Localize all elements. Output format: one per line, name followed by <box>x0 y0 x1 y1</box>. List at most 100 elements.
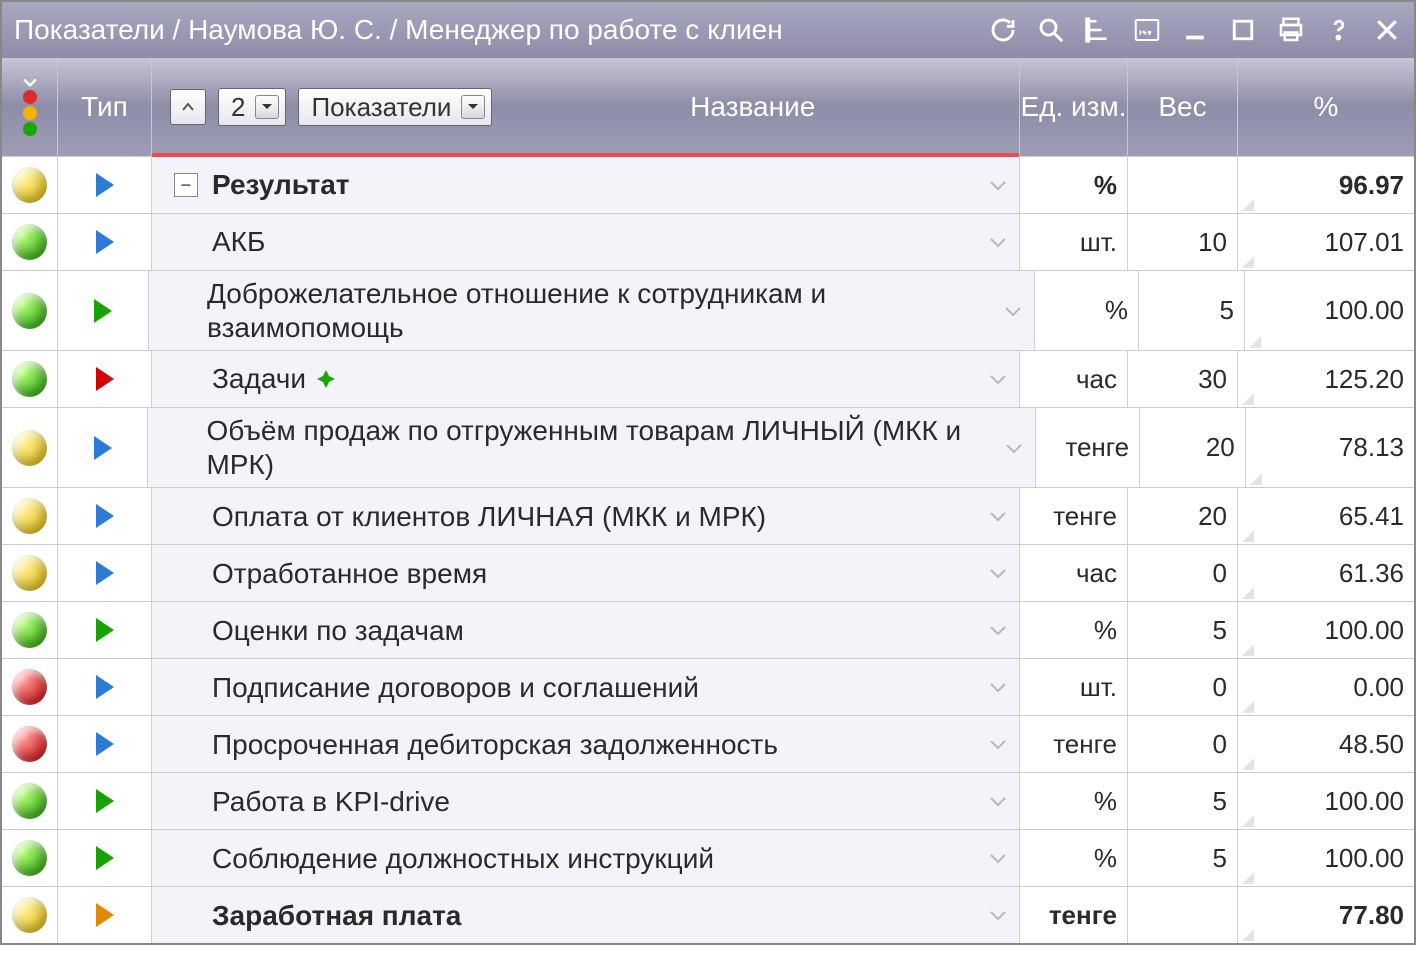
resize-corner-icon <box>1242 701 1254 713</box>
table-row[interactable]: Работа в KPI-drive%5100.00 <box>2 772 1414 829</box>
cell-weight: 20 <box>1140 408 1246 487</box>
table-row[interactable]: Доброжелательное отношение к сотрудникам… <box>2 270 1414 350</box>
cell-name[interactable]: −Результат <box>152 157 1020 213</box>
cell-pct: 100.00 <box>1238 830 1414 886</box>
cell-name[interactable]: Заработная плата <box>152 887 1020 943</box>
resize-corner-icon <box>1242 587 1254 599</box>
row-dropdown-icon[interactable] <box>1004 305 1022 317</box>
cell-unit: шт. <box>1020 659 1128 715</box>
cell-name[interactable]: Отработанное время <box>152 545 1020 601</box>
type-arrow-icon <box>96 230 114 254</box>
row-dropdown-icon[interactable] <box>989 373 1007 385</box>
table-row[interactable]: Подписание договоров и соглашенийшт.00.0… <box>2 658 1414 715</box>
close-icon[interactable] <box>1372 15 1402 45</box>
cell-name[interactable]: Оплата от клиентов ЛИЧНАЯ (МКК и МРК) <box>152 488 1020 544</box>
resize-corner-icon <box>1242 929 1254 941</box>
header-name-label: Название <box>504 91 1001 123</box>
resize-corner-icon <box>1242 256 1254 268</box>
table-row[interactable]: Оплата от клиентов ЛИЧНАЯ (МКК и МРК)тен… <box>2 487 1414 544</box>
minimize-icon[interactable] <box>1180 15 1210 45</box>
cell-type <box>58 351 152 407</box>
row-label: Результат <box>212 168 350 202</box>
cell-pct: 48.50 <box>1238 716 1414 772</box>
table-row[interactable]: Объём продаж по отгруженным товарам ЛИЧН… <box>2 407 1414 487</box>
cell-name[interactable]: АКБ <box>152 214 1020 270</box>
cell-weight: 30 <box>1128 351 1238 407</box>
resize-corner-icon <box>1242 758 1254 770</box>
type-arrow-icon <box>96 367 114 391</box>
header-weight-label: Вес <box>1158 91 1206 123</box>
row-dropdown-icon[interactable] <box>989 624 1007 636</box>
table-row[interactable]: Просроченная дебиторская задолженностьте… <box>2 715 1414 772</box>
resize-corner-icon <box>1242 530 1254 542</box>
cell-name[interactable]: Соблюдение должностных инструкций <box>152 830 1020 886</box>
row-dropdown-icon[interactable] <box>989 236 1007 248</box>
status-green-icon <box>12 840 47 876</box>
row-label: Подписание договоров и соглашений <box>212 671 699 705</box>
refresh-icon[interactable] <box>988 15 1018 45</box>
cell-pct: 78.13 <box>1246 408 1414 487</box>
cell-name[interactable]: Подписание договоров и соглашений <box>152 659 1020 715</box>
row-label: Отработанное время <box>212 557 487 591</box>
header-pct[interactable]: % <box>1238 58 1414 156</box>
row-label: Задачи <box>212 362 306 396</box>
print-icon[interactable] <box>1276 15 1306 45</box>
cell-status <box>2 773 58 829</box>
row-dropdown-icon[interactable] <box>989 738 1007 750</box>
cell-status <box>2 408 58 487</box>
maximize-icon[interactable] <box>1228 15 1258 45</box>
header-status[interactable] <box>2 58 58 156</box>
row-dropdown-icon[interactable] <box>989 681 1007 693</box>
row-dropdown-icon[interactable] <box>989 179 1007 191</box>
table-row[interactable]: Заработная плататенге77.80 <box>2 886 1414 943</box>
header-type[interactable]: Тип <box>58 58 152 156</box>
table-row[interactable]: Соблюдение должностных инструкций%5100.0… <box>2 829 1414 886</box>
tree-icon[interactable] <box>1084 15 1114 45</box>
help-icon[interactable] <box>1324 15 1354 45</box>
cell-type <box>58 488 152 544</box>
status-yellow-icon <box>12 167 47 203</box>
type-arrow-icon <box>94 436 112 460</box>
sort-button[interactable] <box>170 89 206 125</box>
cell-weight: 5 <box>1128 773 1238 829</box>
cell-name[interactable]: Работа в KPI-drive <box>152 773 1020 829</box>
row-dropdown-icon[interactable] <box>989 795 1007 807</box>
cell-name[interactable]: Доброжелательное отношение к сотрудникам… <box>149 271 1035 350</box>
row-label: Доброжелательное отношение к сотрудникам… <box>207 277 994 344</box>
search-icon[interactable] <box>1036 15 1066 45</box>
table-row[interactable]: Отработанное времячас061.36 <box>2 544 1414 601</box>
cell-name[interactable]: Объём продаж по отгруженным товарам ЛИЧН… <box>148 408 1036 487</box>
titlebar-icons <box>988 15 1402 45</box>
header-type-label: Тип <box>81 91 128 123</box>
cell-type <box>58 830 152 886</box>
table-row[interactable]: Задачичас30125.20 <box>2 350 1414 407</box>
cell-name[interactable]: Просроченная дебиторская задолженность <box>152 716 1020 772</box>
collapse-button[interactable]: − <box>174 173 198 197</box>
cell-weight: 0 <box>1128 659 1238 715</box>
cell-type <box>58 659 152 715</box>
cell-unit: тенге <box>1020 716 1128 772</box>
cell-status <box>2 602 58 658</box>
cell-status <box>2 887 58 943</box>
csv-icon[interactable] <box>1132 15 1162 45</box>
cell-name[interactable]: Оценки по задачам <box>152 602 1020 658</box>
row-dropdown-icon[interactable] <box>989 510 1007 522</box>
header-weight[interactable]: Вес <box>1128 58 1238 156</box>
row-dropdown-icon[interactable] <box>1005 442 1023 454</box>
cell-pct: 100.00 <box>1245 271 1414 350</box>
header-unit[interactable]: Ед. изм. <box>1020 58 1128 156</box>
cell-unit: % <box>1020 602 1128 658</box>
star-icon <box>316 369 336 389</box>
level-select[interactable]: 2 <box>218 88 286 126</box>
table-row[interactable]: АКБшт.10107.01 <box>2 213 1414 270</box>
row-dropdown-icon[interactable] <box>989 567 1007 579</box>
table-row[interactable]: Оценки по задачам%5100.00 <box>2 601 1414 658</box>
cell-status <box>2 214 58 270</box>
row-dropdown-icon[interactable] <box>989 909 1007 921</box>
cell-type <box>58 157 152 213</box>
type-arrow-icon <box>96 675 114 699</box>
cell-name[interactable]: Задачи <box>152 351 1020 407</box>
filter-select[interactable]: Показатели <box>298 88 492 126</box>
row-dropdown-icon[interactable] <box>989 852 1007 864</box>
table-row[interactable]: −Результат%96.97 <box>2 156 1414 213</box>
